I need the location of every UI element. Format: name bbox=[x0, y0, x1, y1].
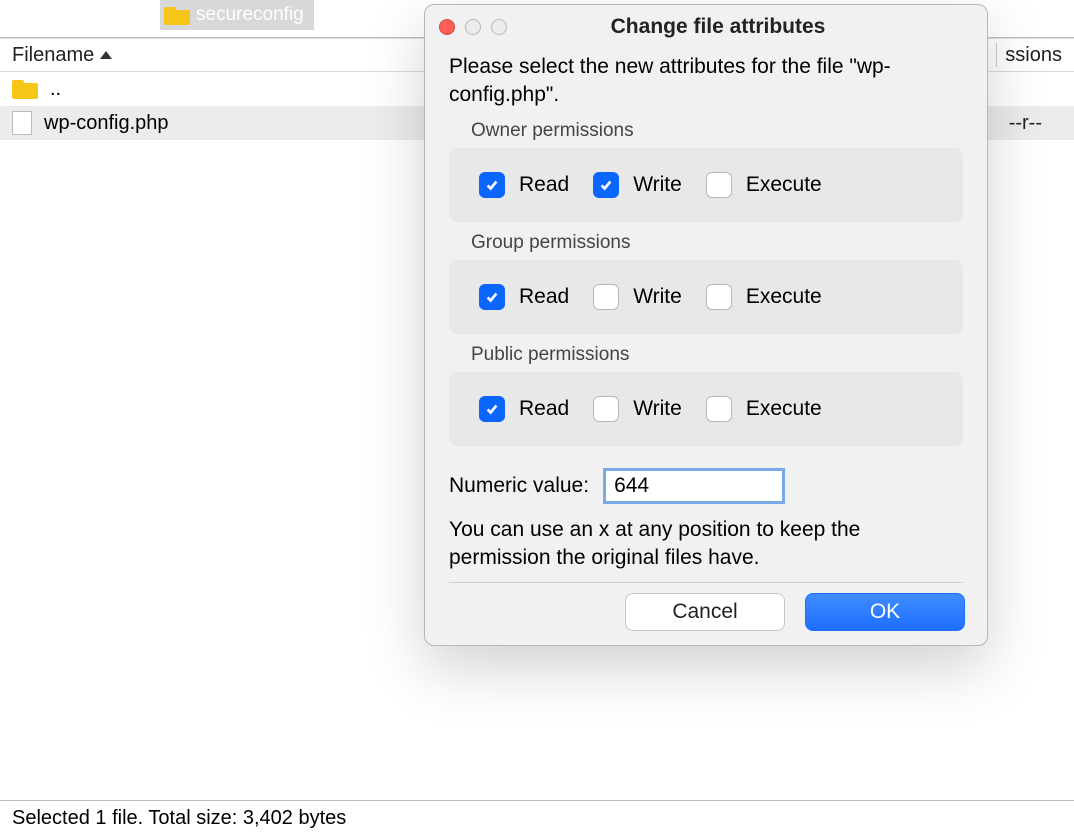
dialog-title: Change file attributes bbox=[463, 15, 973, 39]
dialog-button-row: Cancel OK bbox=[425, 593, 987, 641]
dialog-titlebar: Change file attributes bbox=[425, 5, 987, 49]
file-icon bbox=[12, 111, 32, 135]
owner-execute-checkbox[interactable] bbox=[706, 172, 732, 198]
numeric-value-label: Numeric value: bbox=[449, 474, 589, 498]
file-permissions: --r-- bbox=[1009, 112, 1042, 135]
group-read-checkbox[interactable] bbox=[479, 284, 505, 310]
numeric-value-input[interactable] bbox=[603, 468, 785, 504]
change-attributes-dialog: Change file attributes Please select the… bbox=[424, 4, 988, 646]
file-browser: secureconfig Filename ssions .. wp-confi… bbox=[0, 0, 1074, 836]
status-bar: Selected 1 file. Total size: 3,402 bytes bbox=[0, 800, 1074, 836]
group-write-label: Write bbox=[633, 285, 682, 309]
public-execute-label: Execute bbox=[746, 397, 822, 421]
group-read-label: Read bbox=[519, 285, 569, 309]
owner-write-checkbox[interactable] bbox=[593, 172, 619, 198]
group-permissions-label: Group permissions bbox=[471, 232, 963, 254]
owner-write-label: Write bbox=[633, 173, 682, 197]
public-permissions-label: Public permissions bbox=[471, 344, 963, 366]
path-chip[interactable]: secureconfig bbox=[160, 0, 314, 30]
public-execute-checkbox[interactable] bbox=[706, 396, 732, 422]
group-write-checkbox[interactable] bbox=[593, 284, 619, 310]
public-permissions-box: Read Write Execute bbox=[449, 372, 963, 446]
path-folder-name: secureconfig bbox=[196, 4, 304, 26]
ok-button[interactable]: OK bbox=[805, 593, 965, 631]
owner-read-label: Read bbox=[519, 173, 569, 197]
window-close-icon[interactable] bbox=[439, 19, 455, 35]
folder-icon bbox=[164, 5, 190, 25]
owner-permissions-box: Read Write Execute bbox=[449, 148, 963, 222]
numeric-hint: You can use an x at any position to keep… bbox=[449, 516, 963, 573]
group-permissions-box: Read Write Execute bbox=[449, 260, 963, 334]
column-divider bbox=[996, 43, 997, 67]
public-read-label: Read bbox=[519, 397, 569, 421]
status-text: Selected 1 file. Total size: 3,402 bytes bbox=[12, 807, 346, 830]
folder-icon bbox=[12, 79, 38, 99]
public-write-label: Write bbox=[633, 397, 682, 421]
dialog-separator bbox=[449, 582, 963, 583]
cancel-button[interactable]: Cancel bbox=[625, 593, 785, 631]
group-execute-checkbox[interactable] bbox=[706, 284, 732, 310]
column-permissions-partial: ssions bbox=[1005, 44, 1062, 67]
owner-permissions-label: Owner permissions bbox=[471, 120, 963, 142]
dialog-body: Please select the new attributes for the… bbox=[425, 49, 987, 583]
sort-ascending-icon bbox=[100, 51, 112, 59]
dialog-prompt: Please select the new attributes for the… bbox=[449, 53, 963, 110]
public-read-checkbox[interactable] bbox=[479, 396, 505, 422]
column-filename: Filename bbox=[12, 44, 94, 67]
public-write-checkbox[interactable] bbox=[593, 396, 619, 422]
group-execute-label: Execute bbox=[746, 285, 822, 309]
owner-execute-label: Execute bbox=[746, 173, 822, 197]
numeric-value-row: Numeric value: bbox=[449, 468, 963, 504]
owner-read-checkbox[interactable] bbox=[479, 172, 505, 198]
